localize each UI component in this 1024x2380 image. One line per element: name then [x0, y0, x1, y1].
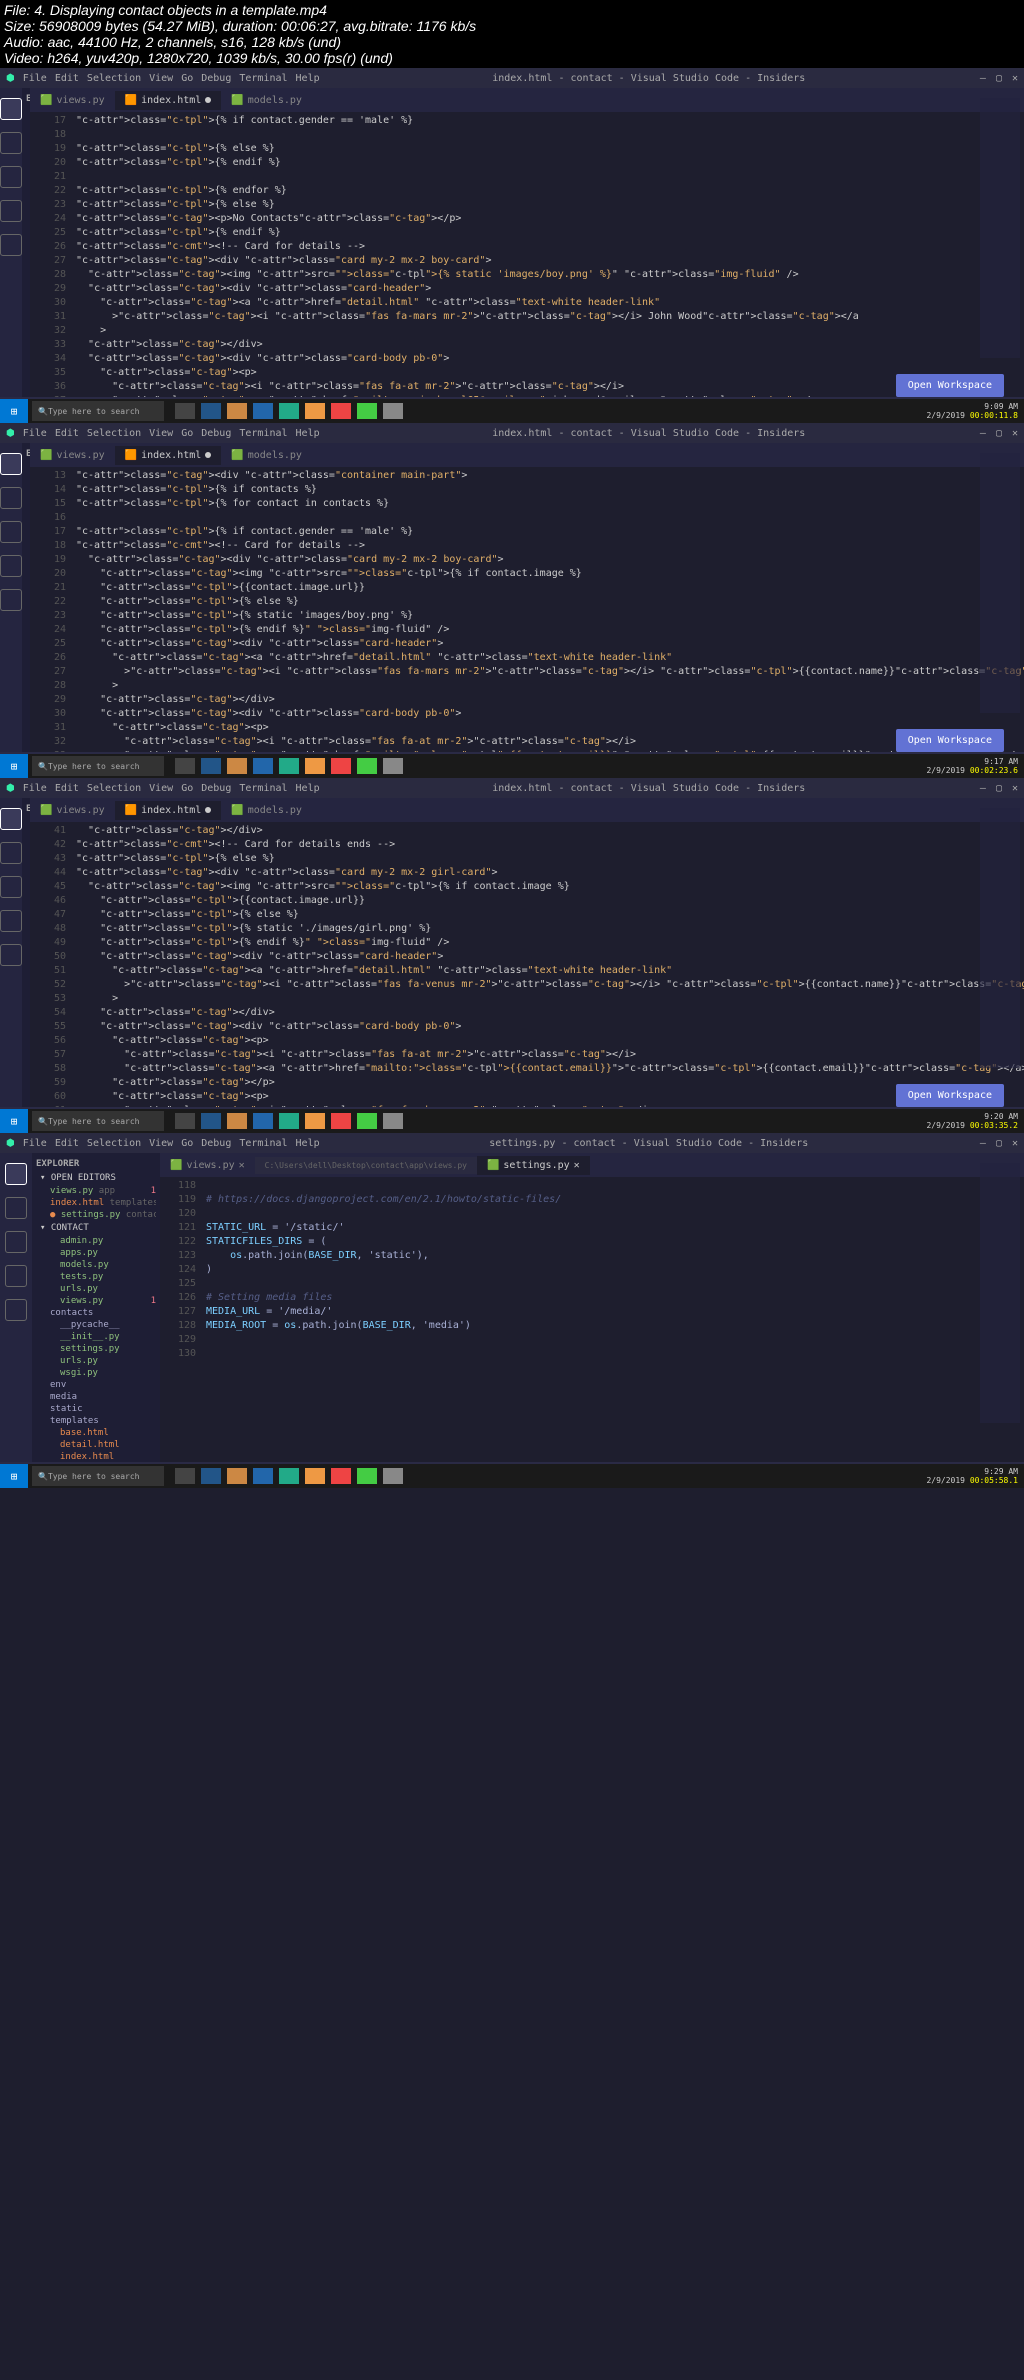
- menu-help[interactable]: Help: [296, 73, 320, 84]
- code-lines[interactable]: "c-attr">class="c-tpl">{% if contact.gen…: [72, 112, 1024, 418]
- tree-item[interactable]: urls.py: [36, 1283, 156, 1295]
- menu-file[interactable]: File: [23, 1138, 47, 1149]
- tree-item[interactable]: settings.py: [36, 1343, 156, 1355]
- tree-item[interactable]: tests.py: [36, 1271, 156, 1283]
- start-button[interactable]: ⊞: [0, 399, 28, 423]
- tab-views[interactable]: 🟩 views.py: [30, 91, 115, 110]
- menu-selection[interactable]: Selection: [87, 783, 141, 794]
- tab-index[interactable]: 🟧 index.html: [115, 91, 222, 110]
- menu-bar[interactable]: File Edit Selection View Go Debug Terminal Help: [23, 783, 328, 794]
- menu-file[interactable]: File: [23, 73, 47, 84]
- window-controls[interactable]: —▢✕: [970, 73, 1018, 84]
- menu-edit[interactable]: Edit: [55, 783, 79, 794]
- tree-item[interactable]: views.py 1: [36, 1295, 156, 1307]
- task-icon[interactable]: [175, 403, 195, 419]
- search-icon[interactable]: [0, 132, 22, 154]
- titlebar: ⬢ File Edit Selection View Go Debug Terminal He…: [0, 68, 1024, 88]
- task-icon[interactable]: [357, 403, 377, 419]
- tree-item[interactable]: views.py app 1: [36, 1185, 156, 1197]
- menu-view[interactable]: View: [149, 428, 173, 439]
- window-title: index.html - contact - Visual Studio Cod…: [328, 73, 970, 84]
- sidebar[interactable]: EXPLORER ▾ OPEN EDITORS 1 UNSAVED views.…: [22, 88, 30, 418]
- code-area[interactable]: 17 18 19 20 21 22 23 24 25 26 27 28 29 3…: [30, 112, 1024, 418]
- pane-1: ⬢ File Edit Selection View Go Debug Terminal He…: [0, 68, 1024, 423]
- menu-terminal[interactable]: Terminal: [239, 1138, 287, 1149]
- menu-go[interactable]: Go: [181, 783, 193, 794]
- menu-go[interactable]: Go: [181, 73, 193, 84]
- menu-terminal[interactable]: Terminal: [239, 783, 287, 794]
- menu-file[interactable]: File: [23, 783, 47, 794]
- menu-debug[interactable]: Debug: [201, 783, 231, 794]
- menu-terminal[interactable]: Terminal: [239, 73, 287, 84]
- menu-selection[interactable]: Selection: [87, 73, 141, 84]
- menu-help[interactable]: Help: [296, 428, 320, 439]
- pane-3: ⬢FileEditSelectionViewGoDebugTerminalHel…: [0, 778, 1024, 1133]
- tree-item[interactable]: media: [36, 1391, 156, 1403]
- pane-2: ⬢FileEditSelectionViewGoDebugTerminalHel…: [0, 423, 1024, 778]
- gutter: 17 18 19 20 21 22 23 24 25 26 27 28 29 3…: [30, 112, 72, 418]
- task-icon[interactable]: [227, 403, 247, 419]
- task-icon[interactable]: [383, 403, 403, 419]
- open-workspace-button[interactable]: Open Workspace: [896, 374, 1004, 397]
- tree-item[interactable]: __init__.py: [36, 1331, 156, 1343]
- menu-help[interactable]: Help: [296, 783, 320, 794]
- tree-item[interactable]: ● settings.py contacts: [36, 1209, 156, 1221]
- tree-item[interactable]: base.html: [36, 1427, 156, 1439]
- task-icon[interactable]: [253, 403, 273, 419]
- menu-view[interactable]: View: [149, 1138, 173, 1149]
- menu-edit[interactable]: Edit: [55, 1138, 79, 1149]
- menu-selection[interactable]: Selection: [87, 1138, 141, 1149]
- tab-models[interactable]: 🟩 models.py: [221, 91, 312, 110]
- extensions-icon[interactable]: [0, 234, 22, 256]
- activity-bar[interactable]: [0, 88, 22, 418]
- explorer-icon[interactable]: [0, 98, 22, 120]
- menu-go[interactable]: Go: [181, 428, 193, 439]
- ffmpeg-info: File: 4. Displaying contact objects in a…: [0, 0, 1024, 68]
- tree-item[interactable]: detail.html: [36, 1439, 156, 1451]
- menu-bar[interactable]: File Edit Selection View Go Debug Terminal Help: [23, 1138, 328, 1149]
- task-icon[interactable]: [201, 403, 221, 419]
- task-icon[interactable]: [305, 403, 325, 419]
- menu-debug[interactable]: Debug: [201, 1138, 231, 1149]
- menu-edit[interactable]: Edit: [55, 428, 79, 439]
- tree-item[interactable]: admin.py: [36, 1235, 156, 1247]
- vscode-icon: ⬢: [6, 73, 15, 84]
- clock: 9:09 AM 2/9/2019 00:00:11.8: [926, 402, 1024, 420]
- tree-item[interactable]: wsgi.py: [36, 1367, 156, 1379]
- tree-item[interactable]: apps.py: [36, 1247, 156, 1259]
- debug-icon[interactable]: [0, 200, 22, 222]
- menu-debug[interactable]: Debug: [201, 73, 231, 84]
- tree-item[interactable]: contacts: [36, 1307, 156, 1319]
- menu-view[interactable]: View: [149, 73, 173, 84]
- tree-item[interactable]: index.html templates: [36, 1197, 156, 1209]
- task-icon[interactable]: [279, 403, 299, 419]
- editor-tabs[interactable]: 🟩 views.py 🟧 index.html 🟩 models.py: [30, 88, 1024, 112]
- pane-4: ⬢FileEditSelectionViewGoDebugTerminalHel…: [0, 1133, 1024, 1488]
- menu-help[interactable]: Help: [296, 1138, 320, 1149]
- menu-bar[interactable]: File Edit Selection View Go Debug Terminal Help: [23, 428, 328, 439]
- scm-icon[interactable]: [0, 166, 22, 188]
- tree-item[interactable]: models.py: [36, 1259, 156, 1271]
- menu-go[interactable]: Go: [181, 1138, 193, 1149]
- tree-item[interactable]: static: [36, 1403, 156, 1415]
- menu-debug[interactable]: Debug: [201, 428, 231, 439]
- tree-item[interactable]: urls.py: [36, 1355, 156, 1367]
- menu-terminal[interactable]: Terminal: [239, 428, 287, 439]
- taskbar-search[interactable]: 🔍 Type here to search: [32, 401, 164, 421]
- tree-item[interactable]: env: [36, 1379, 156, 1391]
- menu-file[interactable]: File: [23, 428, 47, 439]
- taskbar[interactable]: ⊞ 🔍 Type here to search 9:09 AM 2/9/2019…: [0, 399, 1024, 423]
- menu-selection[interactable]: Selection: [87, 428, 141, 439]
- task-icon[interactable]: [331, 403, 351, 419]
- tree-item[interactable]: __pycache__: [36, 1319, 156, 1331]
- menu-edit[interactable]: Edit: [55, 73, 79, 84]
- tree-item[interactable]: templates: [36, 1415, 156, 1427]
- menu-bar[interactable]: File Edit Selection View Go Debug Terminal Help: [23, 73, 328, 84]
- editor: 🟩 views.py 🟧 index.html 🟩 models.py 17 1…: [30, 88, 1024, 418]
- minimap[interactable]: [980, 98, 1020, 358]
- menu-view[interactable]: View: [149, 783, 173, 794]
